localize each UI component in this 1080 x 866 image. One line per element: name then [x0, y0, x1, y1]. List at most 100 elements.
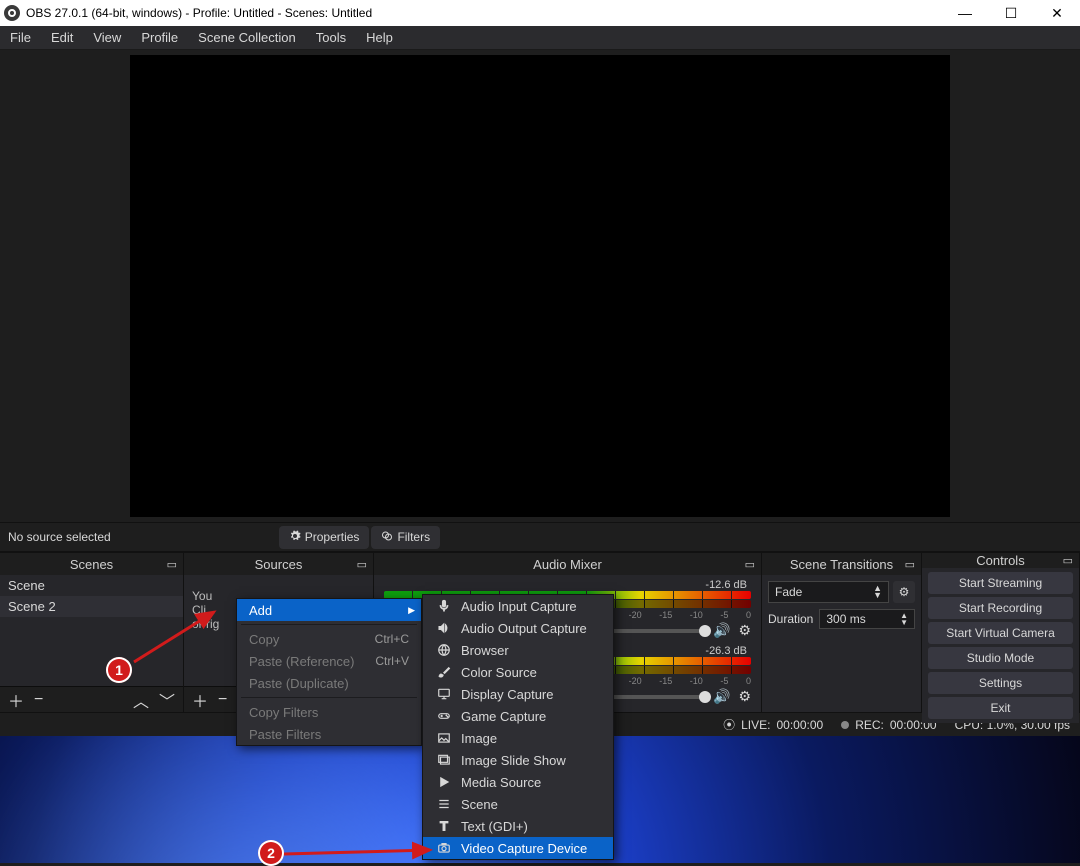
- gear-icon: [289, 530, 301, 545]
- controls-title: Controls: [976, 553, 1024, 568]
- submenu-label: Color Source: [461, 665, 537, 680]
- transitions-dock: Scene Transitions ▭ Fade ▲▼ ⚙ Duration 3…: [762, 553, 922, 712]
- ctx-item[interactable]: Add▶: [237, 599, 421, 621]
- menubar: File Edit View Profile Scene Collection …: [0, 26, 1080, 50]
- annotation-arrow-2: [282, 844, 442, 864]
- sources-title: Sources: [255, 557, 303, 572]
- remove-source-button[interactable]: −: [218, 691, 227, 709]
- transition-select[interactable]: Fade ▲▼: [768, 581, 889, 603]
- live-status: ⦿ LIVE: 00:00:00: [723, 716, 823, 733]
- gear-icon[interactable]: ⚙: [738, 622, 751, 639]
- preview-area: [0, 50, 1080, 522]
- play-icon: [435, 775, 453, 789]
- popout-icon[interactable]: ▭: [357, 558, 367, 571]
- add-submenu-item[interactable]: Game Capture: [423, 705, 613, 727]
- add-submenu-item[interactable]: Image: [423, 727, 613, 749]
- chevron-updown-icon: ▲▼: [873, 585, 882, 599]
- add-submenu-item[interactable]: Audio Input Capture: [423, 595, 613, 617]
- properties-button[interactable]: Properties: [279, 526, 370, 549]
- window-title: OBS 27.0.1 (64-bit, windows) - Profile: …: [26, 6, 372, 20]
- add-source-button[interactable]: ＋: [192, 688, 208, 712]
- filters-label: Filters: [397, 530, 430, 544]
- menu-view[interactable]: View: [83, 26, 131, 49]
- scenes-header: Scenes ▭: [0, 553, 183, 575]
- monitor-icon: [435, 687, 453, 701]
- add-submenu-item[interactable]: Video Capture Device: [423, 837, 613, 859]
- submenu-label: Audio Output Capture: [461, 621, 587, 636]
- maximize-button[interactable]: ☐: [988, 0, 1034, 26]
- duration-label: Duration: [768, 612, 813, 626]
- studio-mode-button[interactable]: Studio Mode: [928, 647, 1073, 669]
- controls-header: Controls ▭: [922, 553, 1079, 568]
- menu-profile[interactable]: Profile: [131, 26, 188, 49]
- mixer-title: Audio Mixer: [533, 557, 602, 572]
- move-scene-down[interactable]: ﹀: [159, 688, 175, 712]
- transition-settings-button[interactable]: ⚙: [893, 581, 915, 603]
- minimize-button[interactable]: —: [942, 0, 988, 26]
- controls-body: Start Streaming Start Recording Start Vi…: [922, 568, 1079, 723]
- add-submenu-item[interactable]: Media Source: [423, 771, 613, 793]
- brush-icon: [435, 665, 453, 679]
- add-source-submenu[interactable]: Audio Input Capture Audio Output Capture B…: [422, 594, 614, 860]
- record-dot-icon: [841, 721, 849, 729]
- speaker-icon: [435, 621, 453, 635]
- add-submenu-item[interactable]: Image Slide Show: [423, 749, 613, 771]
- sources-header: Sources ▭: [184, 553, 373, 575]
- menu-edit[interactable]: Edit: [41, 26, 83, 49]
- add-scene-button[interactable]: ＋: [8, 688, 24, 712]
- mic-icon: [435, 599, 453, 613]
- submenu-label: Audio Input Capture: [461, 599, 577, 614]
- submenu-label: Image Slide Show: [461, 753, 566, 768]
- menu-file[interactable]: File: [0, 26, 41, 49]
- remove-scene-button[interactable]: −: [34, 691, 43, 709]
- speaker-icon[interactable]: 🔊: [713, 622, 730, 639]
- start-virtual-camera-button[interactable]: Start Virtual Camera: [928, 622, 1073, 644]
- popout-icon[interactable]: ▭: [745, 558, 755, 571]
- submenu-label: Scene: [461, 797, 498, 812]
- settings-button[interactable]: Settings: [928, 672, 1073, 694]
- spin-arrows[interactable]: ▲▼: [900, 612, 908, 626]
- source-toolbar: No source selected Properties Filters: [0, 522, 1080, 552]
- scenes-title: Scenes: [70, 557, 113, 572]
- add-submenu-item[interactable]: Audio Output Capture: [423, 617, 613, 639]
- text-icon: [435, 819, 453, 833]
- window-controls: — ☐ ✕: [942, 0, 1080, 26]
- speaker-icon[interactable]: 🔊: [713, 688, 730, 705]
- add-submenu-item[interactable]: Color Source: [423, 661, 613, 683]
- images-icon: [435, 753, 453, 767]
- properties-label: Properties: [305, 530, 360, 544]
- db-value: -26.3 dB: [705, 645, 747, 657]
- ctx-item: Copy Filters: [237, 701, 421, 723]
- popout-icon[interactable]: ▭: [905, 558, 915, 571]
- submenu-label: Video Capture Device: [461, 841, 587, 856]
- db-value: -12.6 dB: [705, 579, 747, 591]
- submenu-label: Image: [461, 731, 497, 746]
- close-button[interactable]: ✕: [1034, 0, 1080, 26]
- add-submenu-item[interactable]: Text (GDI+): [423, 815, 613, 837]
- menu-scene-collection[interactable]: Scene Collection: [188, 26, 306, 49]
- image-icon: [435, 731, 453, 745]
- popout-icon[interactable]: ▭: [167, 558, 177, 571]
- start-streaming-button[interactable]: Start Streaming: [928, 572, 1073, 594]
- duration-input[interactable]: 300 ms ▲▼: [819, 609, 915, 629]
- add-submenu-item[interactable]: Scene: [423, 793, 613, 815]
- gear-icon[interactable]: ⚙: [738, 688, 751, 705]
- exit-button[interactable]: Exit: [928, 697, 1073, 719]
- sources-context-menu[interactable]: Add▶CopyCtrl+CPaste (Reference)Ctrl+VPas…: [236, 598, 422, 746]
- ctx-item: Paste (Reference)Ctrl+V: [237, 650, 421, 672]
- sources-hint-line1: You: [192, 589, 212, 603]
- add-submenu-item[interactable]: Display Capture: [423, 683, 613, 705]
- menu-tools[interactable]: Tools: [306, 26, 356, 49]
- ctx-item: Paste Filters: [237, 723, 421, 745]
- menu-help[interactable]: Help: [356, 26, 403, 49]
- globe-icon: [435, 643, 453, 657]
- transition-value: Fade: [775, 585, 802, 599]
- mixer-header: Audio Mixer ▭: [374, 553, 761, 575]
- start-recording-button[interactable]: Start Recording: [928, 597, 1073, 619]
- move-scene-up[interactable]: ︿: [133, 688, 149, 712]
- preview-canvas[interactable]: [130, 55, 950, 517]
- filters-button[interactable]: Filters: [371, 526, 440, 549]
- add-submenu-item[interactable]: Browser: [423, 639, 613, 661]
- scene-item[interactable]: Scene: [0, 575, 183, 596]
- popout-icon[interactable]: ▭: [1063, 554, 1073, 567]
